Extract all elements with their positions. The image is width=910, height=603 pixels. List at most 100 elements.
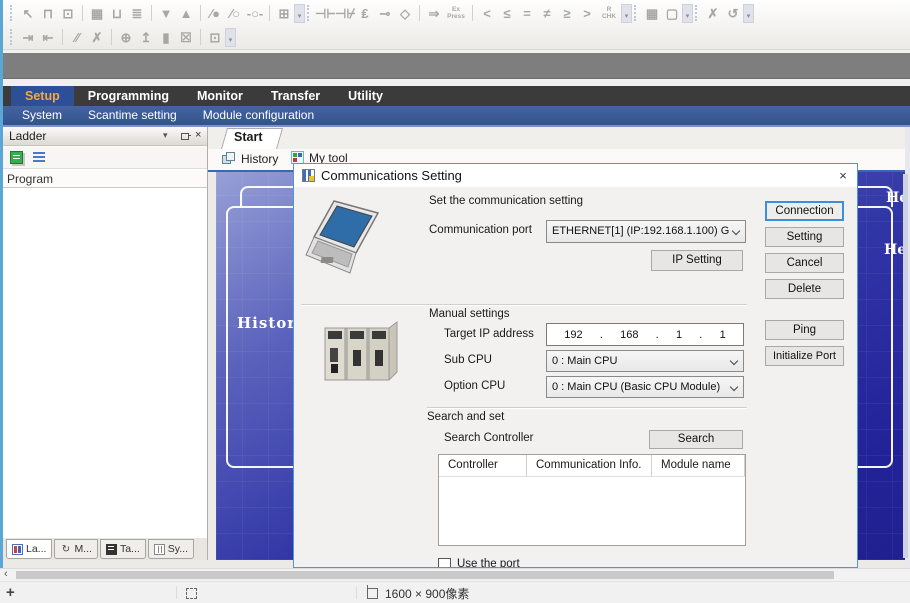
cut-icon[interactable]: ✗ xyxy=(703,4,723,23)
dotted-box-icon[interactable]: ▢ xyxy=(662,4,682,23)
loopback-icon[interactable]: ⊡ xyxy=(205,28,225,47)
toolbar-drag-handle[interactable] xyxy=(307,5,310,21)
range-check-icon[interactable]: RCHK xyxy=(597,6,621,20)
communication-port-combobox[interactable]: ETHERNET[1] (IP:192.168.1.100) G xyxy=(546,220,746,243)
panel-dropdown-icon[interactable]: ▾ xyxy=(163,130,168,141)
sub-cpu-combobox[interactable]: 0 : Main CPU xyxy=(546,350,744,372)
menu-tab-utility[interactable]: Utility xyxy=(334,86,397,106)
search-button[interactable]: Search xyxy=(649,430,743,449)
dialog-title-bar[interactable]: Communications Setting × xyxy=(294,164,857,187)
menu-tab-monitor[interactable]: Monitor xyxy=(183,86,257,106)
dialog-app-icon xyxy=(302,169,315,182)
scroll-left-arrow-icon[interactable]: ‹ xyxy=(4,568,8,580)
expression-icon[interactable]: ExPress xyxy=(444,6,468,20)
toolbar-dropdown-icon[interactable]: ▾ xyxy=(743,4,754,23)
block-edit-icon[interactable]: ⊡ xyxy=(58,4,78,23)
history-button[interactable]: History xyxy=(241,152,278,166)
function-block-icon[interactable]: ⊞ xyxy=(274,4,294,23)
delete-row-icon[interactable]: ▲ xyxy=(176,4,196,23)
toolbar-drag-handle[interactable] xyxy=(10,29,13,45)
ping-button[interactable]: Ping xyxy=(765,320,844,340)
toolbar-dropdown-icon[interactable]: ▾ xyxy=(682,4,693,23)
chevron-down-icon xyxy=(730,383,738,391)
contact-b-icon[interactable]: ∕○ xyxy=(225,4,245,23)
table-header-2[interactable]: Communication Info. xyxy=(527,455,652,476)
panel-tab-monitor[interactable]: ↻M... xyxy=(54,539,98,559)
ip-setting-button[interactable]: IP Setting xyxy=(651,250,743,271)
cancel-button[interactable]: Cancel xyxy=(765,253,844,273)
delete-icon[interactable]: ✗ xyxy=(87,28,107,47)
submenu-system[interactable]: System xyxy=(9,106,75,125)
panel-tab-table[interactable]: Ta... xyxy=(100,539,146,559)
content-vertical-scrollbar[interactable] xyxy=(903,174,908,558)
jump-left-icon[interactable]: ⇤ xyxy=(38,28,58,47)
program-group-row[interactable]: Program xyxy=(3,170,207,188)
menu-tab-setup[interactable]: Setup xyxy=(11,86,74,106)
jump-right-icon[interactable]: ⇥ xyxy=(18,28,38,47)
program-group-label: Program xyxy=(7,172,53,186)
select-cursor-icon[interactable]: ↖ xyxy=(18,4,38,23)
option-cpu-label: Option CPU xyxy=(444,380,505,392)
panel-tab-system[interactable]: Sy... xyxy=(148,539,194,559)
toolbar-separator xyxy=(472,5,473,21)
coil-icon[interactable]: -○- xyxy=(245,4,265,23)
grid-insert-icon[interactable]: ▦ xyxy=(87,4,107,23)
docked-panel-band xyxy=(3,53,910,79)
transfer-instruction-icon[interactable]: ⇒ xyxy=(424,4,444,23)
set-coil-icon[interactable]: ₤ xyxy=(355,4,375,23)
not-equal-icon[interactable]: ≠ xyxy=(537,4,557,23)
initialize-port-button[interactable]: Initialize Port xyxy=(765,346,844,366)
out-coil-icon[interactable]: ◇ xyxy=(395,4,415,23)
table-header-1[interactable]: Controller xyxy=(439,455,527,476)
toolbar-dropdown-icon[interactable]: ▾ xyxy=(294,4,305,23)
panel-tab-label: La... xyxy=(26,543,46,555)
bar-icon[interactable]: ▮ xyxy=(156,28,176,47)
delete-button[interactable]: Delete xyxy=(765,279,844,299)
use-port-checkbox[interactable] xyxy=(438,558,451,568)
insert-row-icon[interactable]: ▼ xyxy=(156,4,176,23)
less-than-icon[interactable]: < xyxy=(477,4,497,23)
connection-button[interactable]: Connection xyxy=(765,201,844,221)
new-program-icon[interactable] xyxy=(10,151,23,164)
panel-close-icon[interactable]: × xyxy=(195,129,201,141)
branch-icon[interactable]: ⊔ xyxy=(107,4,127,23)
less-equal-icon[interactable]: ≤ xyxy=(497,4,517,23)
dialog-close-icon[interactable]: × xyxy=(834,167,852,184)
horizontal-scrollbar-thumb[interactable] xyxy=(16,571,834,579)
comment-icon[interactable]: ∕∕ xyxy=(67,28,87,47)
submenu-scantime-setting[interactable]: Scantime setting xyxy=(75,106,190,125)
move-tool-icon[interactable]: + xyxy=(6,584,15,601)
nc-contact-icon[interactable]: ⊣⊬ xyxy=(335,4,355,23)
equal-icon[interactable]: = xyxy=(517,4,537,23)
reset-coil-icon[interactable]: ⊸ xyxy=(375,4,395,23)
rung-icon[interactable]: ≣ xyxy=(127,4,147,23)
option-cpu-combobox[interactable]: 0 : Main CPU (Basic CPU Module) xyxy=(546,376,744,398)
menu-tab-programming[interactable]: Programming xyxy=(74,86,183,106)
statusbar-separator xyxy=(356,586,357,599)
contact-a-icon[interactable]: ∕● xyxy=(205,4,225,23)
toolbar-dropdown-icon[interactable]: ▾ xyxy=(225,28,236,47)
target-ip-field[interactable]: 192 . 168 . 1 . 1 xyxy=(546,323,744,346)
interlock-icon[interactable]: ⊓ xyxy=(38,4,58,23)
panel-pin-icon[interactable] xyxy=(180,131,191,142)
no-contact-icon[interactable]: ⊣⊢ xyxy=(315,4,335,23)
toolbar-drag-handle[interactable] xyxy=(695,5,698,21)
controller-table[interactable]: ControllerCommunication Info.Module name xyxy=(438,454,746,546)
submenu-module-configuration[interactable]: Module configuration xyxy=(190,106,327,125)
greater-equal-icon[interactable]: ≥ xyxy=(557,4,577,23)
table-header-3[interactable]: Module name xyxy=(652,455,745,476)
toolbar-drag-handle[interactable] xyxy=(634,5,637,21)
data-table-icon[interactable]: ▦ xyxy=(642,4,662,23)
menu-tab-transfer[interactable]: Transfer xyxy=(257,86,334,106)
add-node-icon[interactable]: ⊕ xyxy=(116,28,136,47)
clear-box-icon[interactable]: ☒ xyxy=(176,28,196,47)
toolbar-drag-handle[interactable] xyxy=(10,5,13,21)
panel-tab-ladder[interactable]: La... xyxy=(6,539,52,559)
upload-icon[interactable]: ↥ xyxy=(136,28,156,47)
rotate-icon[interactable]: ↺ xyxy=(723,4,743,23)
setting-button[interactable]: Setting xyxy=(765,227,844,247)
toolbar-dropdown-icon[interactable]: ▾ xyxy=(621,4,632,23)
ladder-list-icon[interactable] xyxy=(33,152,46,163)
horizontal-scrollbar[interactable]: ‹ xyxy=(0,568,910,581)
greater-than-icon[interactable]: > xyxy=(577,4,597,23)
